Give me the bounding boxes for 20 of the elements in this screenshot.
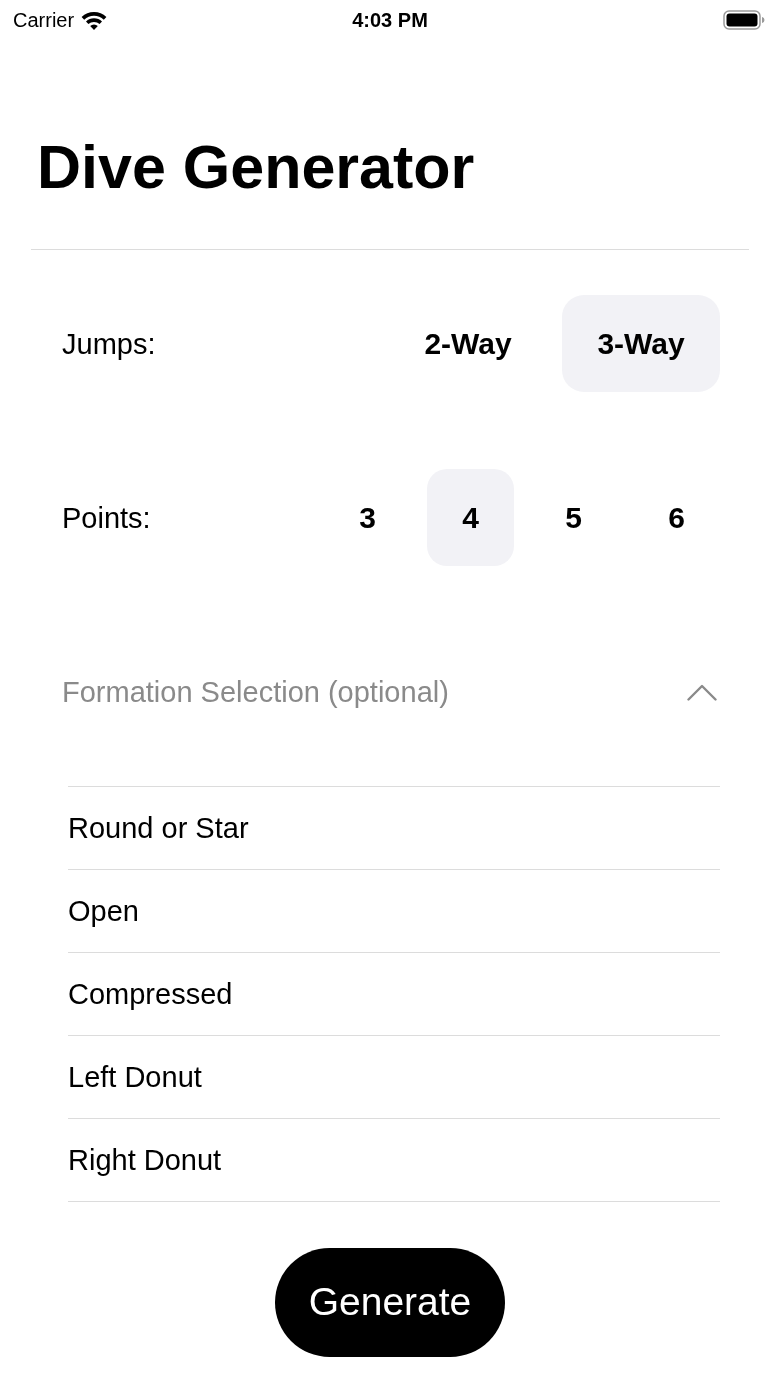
generate-button[interactable]: Generate: [275, 1248, 505, 1357]
jumps-option[interactable]: 3-Way: [562, 295, 720, 392]
formation-item[interactable]: Round or Star: [68, 810, 249, 846]
page-title: Dive Generator: [37, 132, 475, 202]
points-option[interactable]: 6: [633, 469, 720, 566]
battery-icon: [723, 10, 765, 30]
points-option[interactable]: 5: [530, 469, 617, 566]
points-label: Points:: [62, 500, 152, 536]
formation-item[interactable]: Compressed: [68, 976, 233, 1012]
status-time: 4:03 PM: [352, 8, 428, 32]
wifi-icon: [81, 10, 108, 30]
jumps-option[interactable]: 2-Way: [389, 295, 547, 392]
chevron-up-icon[interactable]: [687, 683, 717, 701]
points-option[interactable]: 4: [427, 469, 514, 566]
formation-item[interactable]: Right Donut: [68, 1142, 222, 1178]
carrier-label: Carrier: [13, 8, 75, 32]
formation-item[interactable]: Left Donut: [68, 1059, 202, 1095]
jumps-label: Jumps:: [62, 326, 157, 362]
formation-item[interactable]: Open: [68, 893, 139, 929]
points-option[interactable]: 3: [324, 469, 411, 566]
